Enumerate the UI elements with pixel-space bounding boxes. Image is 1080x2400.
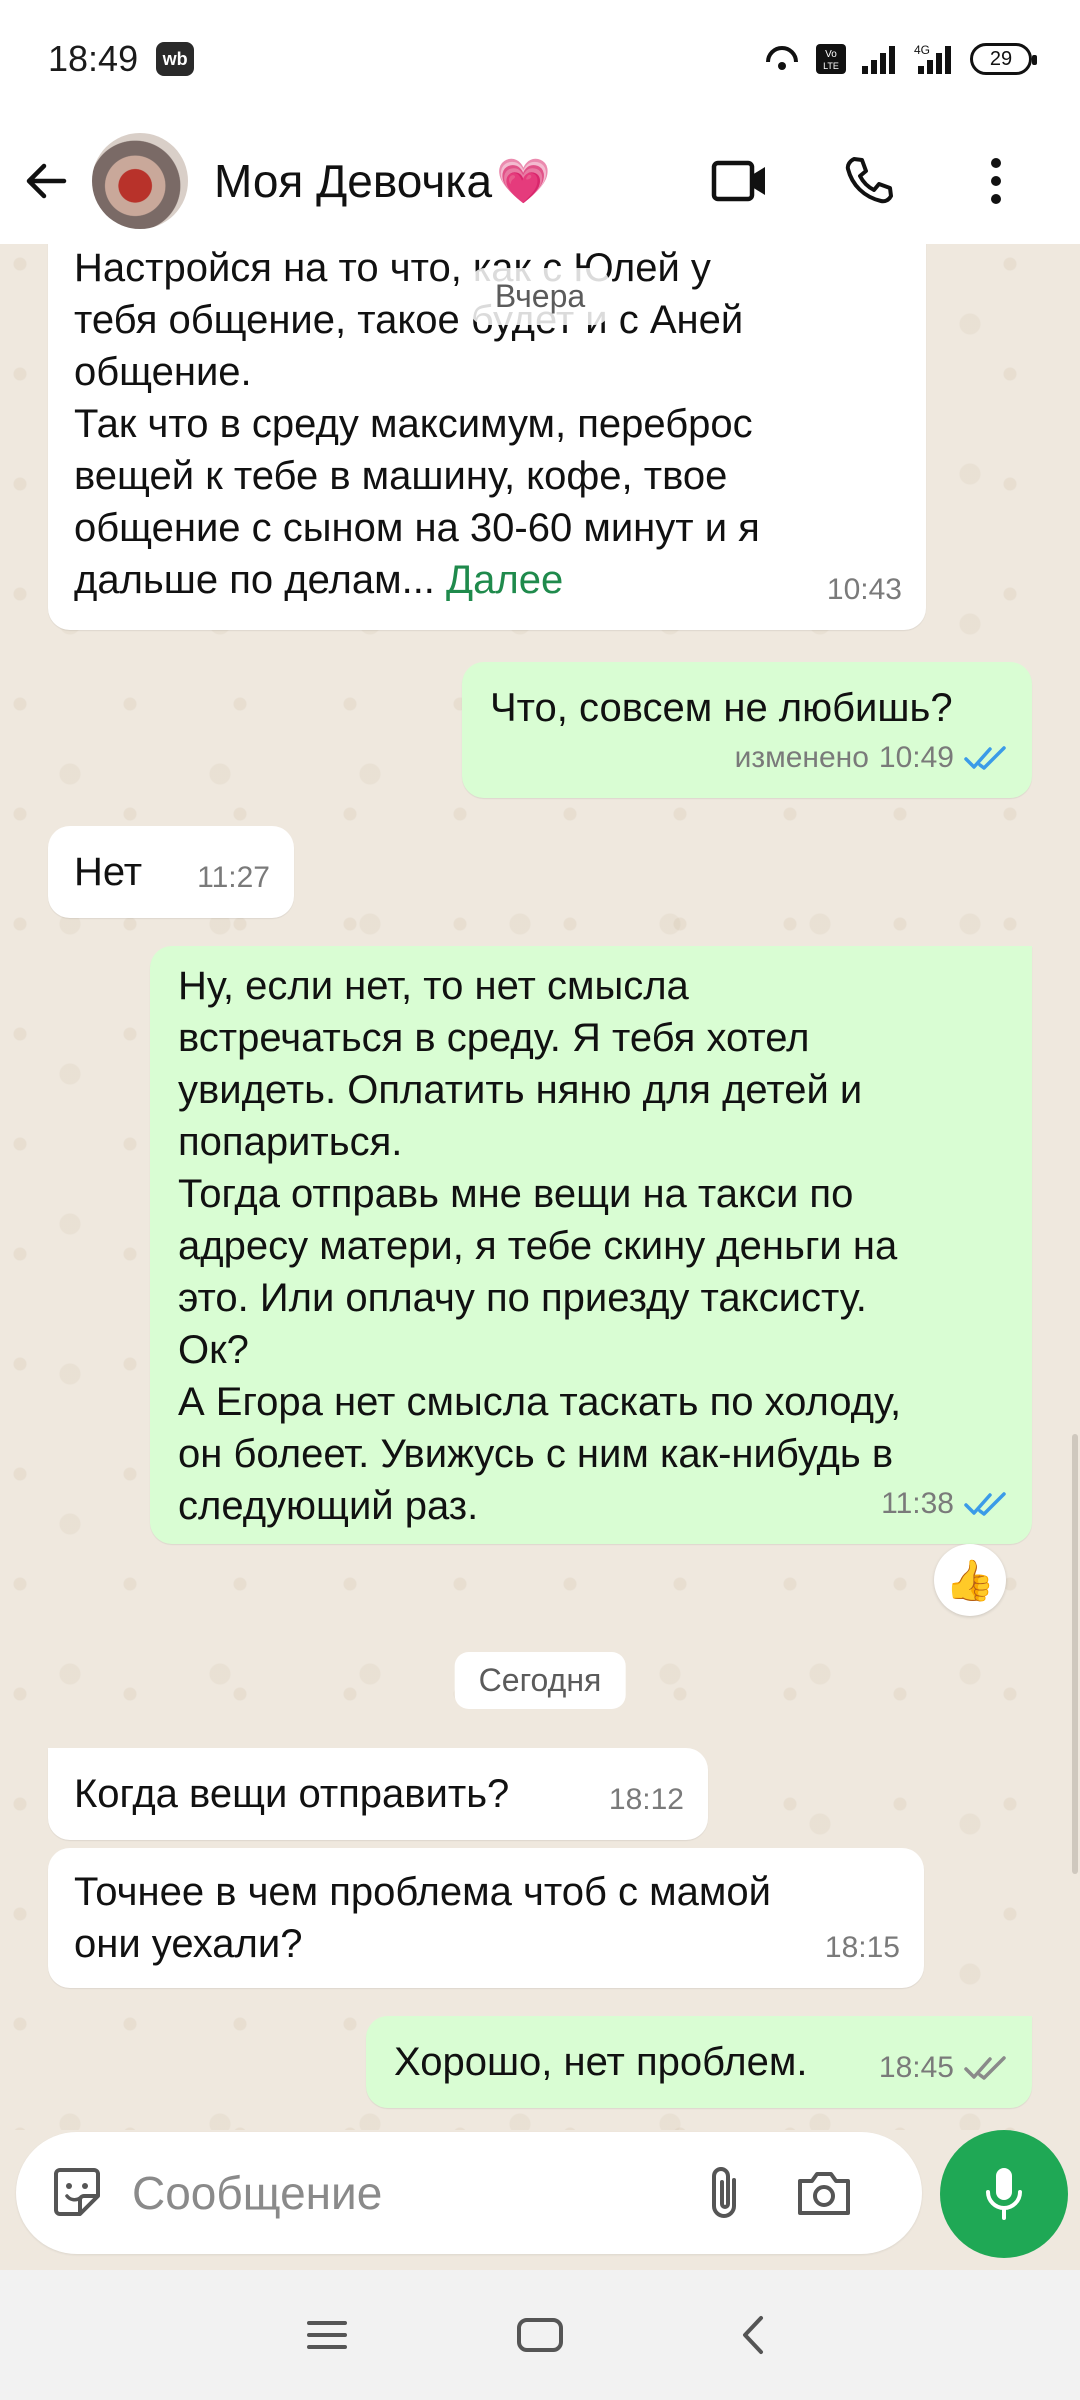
back-button[interactable] bbox=[18, 153, 74, 209]
message-time: 11:27 bbox=[197, 861, 270, 894]
read-more-link[interactable]: Далее bbox=[446, 558, 563, 602]
sticker-button[interactable] bbox=[42, 2158, 112, 2228]
chat-area[interactable]: Настройся на то что, как с Юлей у тебя о… bbox=[0, 244, 1080, 2130]
contact-name-text: Моя Девочка bbox=[214, 155, 493, 207]
phone-icon bbox=[845, 157, 893, 204]
status-bar: 18:49 wb Vo LTE 4G 29 bbox=[0, 0, 1080, 118]
menu-icon bbox=[306, 2321, 347, 2349]
message-time: 18:12 bbox=[608, 1783, 684, 1816]
message-time: 18:45 bbox=[878, 2051, 954, 2084]
signal-icon bbox=[860, 42, 900, 76]
paperclip-icon bbox=[712, 2167, 736, 2218]
status-time: 18:49 bbox=[48, 38, 139, 79]
message-time: 11:38 bbox=[881, 1487, 954, 1520]
scrollbar[interactable] bbox=[1072, 1434, 1078, 1874]
message-text: Ну, если нет, то нет смысла встречаться … bbox=[178, 964, 902, 1528]
voice-call-button[interactable] bbox=[804, 118, 932, 244]
nav-back-button[interactable] bbox=[708, 2290, 798, 2380]
message-input[interactable] bbox=[130, 2165, 674, 2221]
message-text-content: Настройся на то что, как с Юлей у тебя о… bbox=[74, 246, 760, 602]
video-call-button[interactable] bbox=[676, 118, 804, 244]
reaction-badge[interactable]: 👍 bbox=[934, 1544, 1006, 1616]
home-square-icon bbox=[516, 2318, 563, 2352]
video-camera-icon bbox=[711, 160, 765, 202]
message-text: Точнее в чем проблема чтоб с мамой они у… bbox=[74, 1870, 771, 1966]
date-chip-today: Сегодня bbox=[454, 1652, 626, 1709]
nav-home-button[interactable] bbox=[495, 2290, 585, 2380]
message-time: 10:49 bbox=[878, 741, 954, 774]
hotspot-icon bbox=[762, 42, 802, 76]
double-check-read-icon bbox=[964, 1492, 1006, 1516]
message-bubble[interactable]: Нет 11:27 bbox=[48, 826, 294, 918]
nav-menu-button[interactable] bbox=[282, 2290, 372, 2380]
system-nav-bar bbox=[0, 2270, 1080, 2400]
signal-4g-icon: 4G bbox=[912, 42, 958, 76]
edited-label: изменено bbox=[734, 741, 869, 774]
message-text: Когда вещи отправить? bbox=[74, 1772, 510, 1816]
attach-button[interactable] bbox=[674, 2143, 774, 2243]
message-text: Что, совсем не любишь? bbox=[490, 686, 953, 730]
more-options-button[interactable] bbox=[932, 118, 1060, 244]
message-bubble[interactable]: Точнее в чем проблема чтоб с мамой они у… bbox=[48, 1848, 924, 1988]
arrow-left-icon bbox=[26, 163, 67, 199]
message-bubble[interactable]: Хорошо, нет проблем. 18:45 bbox=[366, 2016, 1032, 2108]
contact-avatar[interactable] bbox=[92, 133, 188, 229]
svg-text:LTE: LTE bbox=[823, 61, 839, 71]
message-bubble[interactable]: Когда вещи отправить? 18:12 bbox=[48, 1748, 708, 1840]
message-meta: 11:27 bbox=[197, 852, 270, 904]
message-time: 10:43 bbox=[826, 573, 902, 606]
voice-record-button[interactable] bbox=[940, 2130, 1068, 2258]
svg-text:4G: 4G bbox=[914, 43, 930, 57]
message-bubble[interactable]: Что, совсем не любишь? изменено 10:49 bbox=[462, 662, 1032, 798]
heart-emoji: 💗 bbox=[496, 157, 551, 206]
camera-button[interactable] bbox=[774, 2143, 874, 2243]
sticker-icon bbox=[54, 2168, 100, 2216]
message-time: 18:15 bbox=[824, 1931, 900, 1964]
message-composer bbox=[16, 2132, 922, 2254]
double-check-read-icon bbox=[964, 746, 1006, 770]
camera-icon bbox=[798, 2172, 850, 2215]
contact-name[interactable]: Моя Девочка 💗 bbox=[214, 154, 551, 208]
message-meta: 18:15 bbox=[825, 1922, 900, 1974]
message-meta: 18:45 bbox=[879, 2042, 1008, 2094]
message-meta: 11:38 bbox=[881, 1478, 1008, 1530]
chevron-left-icon bbox=[743, 2316, 764, 2354]
microphone-icon bbox=[986, 2168, 1022, 2220]
more-vertical-icon bbox=[991, 158, 1001, 204]
double-check-delivered-icon bbox=[964, 2056, 1006, 2080]
chat-header: Моя Девочка 💗 bbox=[0, 118, 1080, 244]
floating-date-chip: Вчера bbox=[470, 268, 610, 325]
message-bubble[interactable]: Ну, если нет, то нет смысла встречаться … bbox=[150, 946, 1032, 1544]
message-meta: 10:43 bbox=[827, 564, 902, 616]
message-meta: изменено 10:49 bbox=[735, 732, 1008, 784]
volte-icon: Vo LTE bbox=[814, 42, 848, 76]
battery-icon: 29 bbox=[970, 43, 1037, 75]
app-notification-badge: wb bbox=[156, 42, 195, 76]
message-meta: 18:12 bbox=[609, 1774, 684, 1826]
svg-text:Vo: Vo bbox=[825, 49, 837, 60]
